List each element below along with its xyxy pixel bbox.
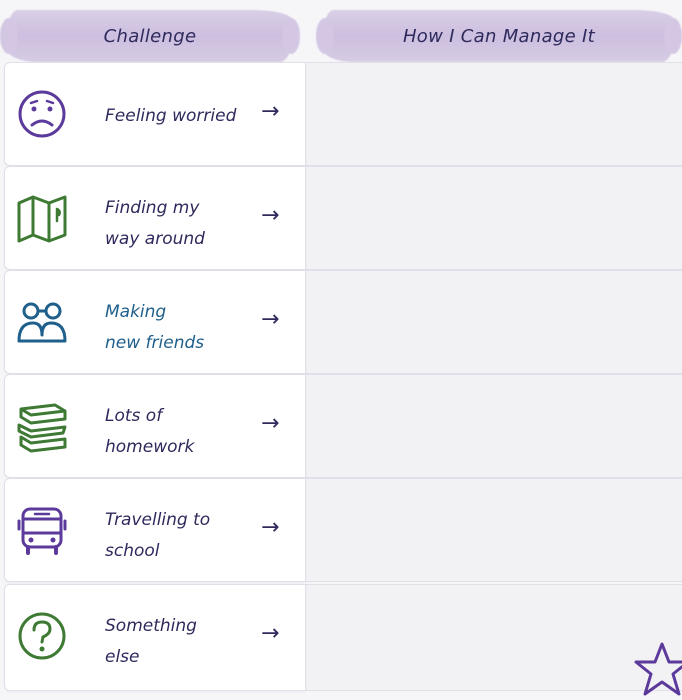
challenge-label: Lots of homework — [105, 401, 255, 463]
challenge-label-line2: school — [105, 541, 160, 561]
challenge-header-label: Challenge — [103, 25, 197, 47]
map-icon — [17, 195, 67, 243]
arrow-icon: → — [261, 203, 280, 228]
challenge-label: Something else — [105, 611, 255, 673]
challenge-cell: Making new friends → — [4, 270, 306, 374]
manage-cell[interactable] — [306, 478, 682, 582]
challenge-label-line2: way around — [105, 229, 205, 249]
table-row: Lots of homework → — [4, 374, 682, 478]
challenge-label-line1: Something — [105, 616, 197, 636]
challenge-label: Finding my way around — [105, 193, 255, 255]
arrow-icon: → — [261, 515, 280, 540]
challenge-label: Feeling worried — [105, 101, 255, 132]
arrow-icon: → — [261, 99, 280, 124]
challenge-label-line1: Finding my — [105, 198, 200, 218]
arrow-icon: → — [261, 621, 280, 646]
manage-header-label: How I Can Manage It — [402, 25, 596, 47]
manage-cell[interactable] — [306, 584, 682, 691]
friends-icon — [17, 302, 67, 343]
challenge-label-line1: Travelling to — [105, 510, 211, 530]
manage-cell[interactable] — [306, 270, 682, 374]
challenge-label-line2: homework — [105, 437, 195, 457]
challenge-label-line2: else — [105, 647, 140, 667]
challenge-label-line2: new friends — [105, 333, 205, 353]
challenge-cell: Lots of homework → — [4, 374, 306, 478]
manage-cell[interactable] — [306, 166, 682, 270]
books-icon — [17, 403, 67, 453]
manage-cell[interactable] — [306, 62, 682, 166]
challenge-label: Travelling to school — [105, 505, 255, 567]
challenge-label-line1: Lots of — [105, 406, 163, 426]
challenge-label-line1: Making — [105, 302, 167, 322]
challenge-cell: Travelling to school → — [4, 478, 306, 582]
challenge-label-line1: Feeling worried — [105, 106, 237, 126]
table-row: Feeling worried → — [4, 62, 682, 166]
question-icon — [18, 612, 66, 660]
challenge-label: Making new friends — [105, 297, 255, 359]
challenge-cell: Something else → — [4, 584, 306, 691]
arrow-icon: → — [261, 411, 280, 436]
challenge-cell: Finding my way around → — [4, 166, 306, 270]
bus-icon — [17, 507, 67, 555]
manage-header: How I Can Manage It — [316, 10, 682, 62]
arrow-icon: → — [261, 307, 280, 332]
table-row: Finding my way around → — [4, 166, 682, 270]
challenge-cell: Feeling worried → — [4, 62, 306, 166]
star-icon — [634, 642, 682, 696]
manage-cell[interactable] — [306, 374, 682, 478]
table-row: Travelling to school → — [4, 478, 682, 582]
sad-face-icon — [18, 90, 66, 138]
table-row: Something else → — [4, 584, 682, 691]
table-row: Making new friends → — [4, 270, 682, 374]
challenge-header: Challenge — [0, 10, 300, 62]
